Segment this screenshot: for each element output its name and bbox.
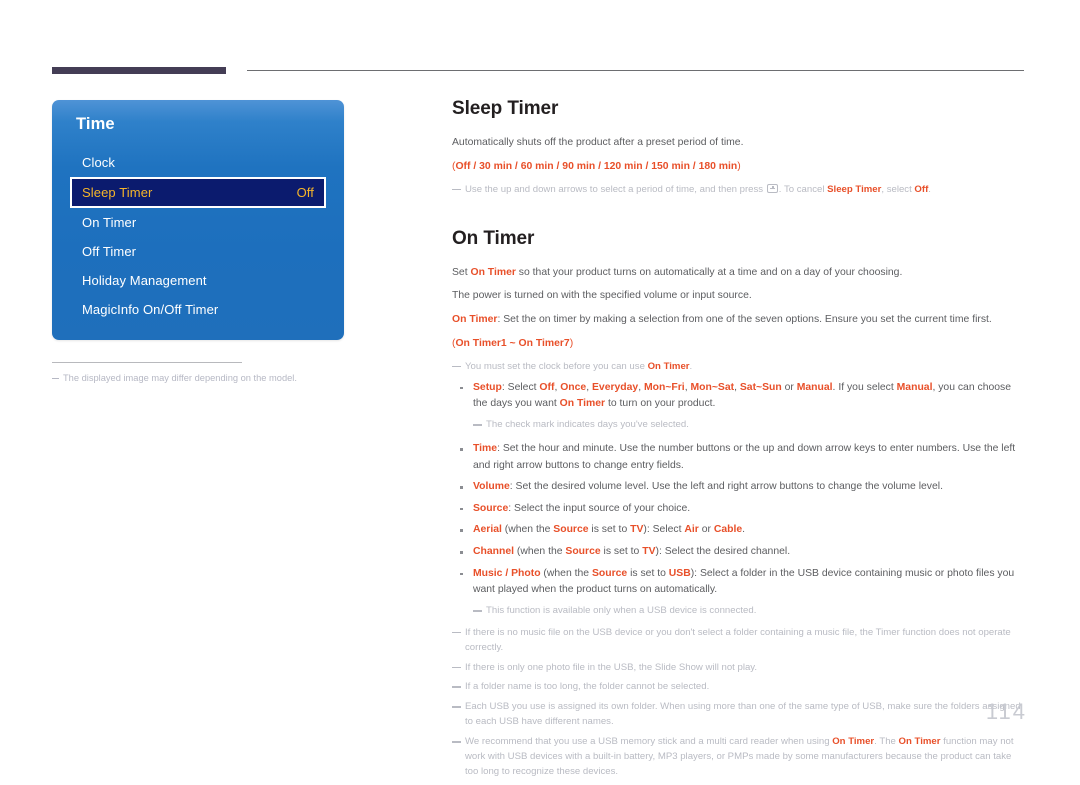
osd-menu-panel: Time Clock Sleep Timer Off On Timer Off … [52, 100, 344, 340]
osd-menu-item-off-timer[interactable]: Off Timer [74, 237, 322, 266]
manual-body: Sleep Timer Automatically shuts off the … [452, 98, 1027, 785]
figure-caption-text: The displayed image may differ depending… [63, 373, 297, 383]
text-part1: : Set the on timer by making a selection… [497, 314, 992, 326]
bullet-term: Volume [473, 481, 510, 493]
list-item-subnote-wrapper: This function is available only when a U… [452, 604, 1027, 619]
on-timer-description-2: The power is turned on with the specifie… [452, 290, 752, 302]
sleep-timer-description: Automatically shuts off the product afte… [452, 137, 744, 148]
on-timer-option-list: Setup: Select Off, Once, Everyday, Mon~F… [452, 380, 1027, 619]
osd-item-value: Off [296, 185, 314, 200]
bullet-term: Setup [473, 381, 502, 393]
osd-item-label: On Timer [82, 215, 137, 230]
on-timer-description-1: Set On Timer so that your product turns … [452, 265, 1027, 282]
bullet-text: : Set the desired volume level. Use the … [509, 481, 943, 493]
note-text-part2: . To cancel [778, 183, 828, 195]
enter-key-icon [766, 183, 778, 193]
on-timer-range: (On Timer1 ~ On Timer7) [452, 336, 1027, 353]
on-timer-note-5: We recommend that you use a USB memory s… [452, 735, 1027, 780]
osd-menu-item-clock[interactable]: Clock [74, 148, 322, 177]
list-item: Time: Set the hour and minute. Use the n… [452, 441, 1027, 474]
on-timer-note-3: If a folder name is too long, the folder… [452, 680, 1027, 695]
on-timer-description-3: On Timer: Set the on timer by making a s… [452, 312, 1027, 329]
note-text-part2: . [689, 360, 693, 372]
bullet-text: (when the Source is set to USB): Select … [473, 567, 1015, 596]
section-heading-on-timer: On Timer [452, 227, 535, 249]
header-accent-bar [52, 67, 226, 74]
note-text-part1: Use the up and down arrows to select a p… [465, 183, 766, 195]
osd-item-label: Holiday Management [82, 273, 207, 288]
note-text-part3: , select [881, 183, 915, 195]
bullet-text: : Set the hour and minute. Use the numbe… [473, 442, 1016, 471]
note-term-sleep-timer: Sleep Timer [827, 183, 882, 195]
list-item: Volume: Set the desired volume level. Us… [452, 479, 1027, 496]
note-text-part4: . [928, 183, 931, 195]
text-part2: so that your product turns on automatica… [515, 266, 903, 278]
list-item: Channel (when the Source is set to TV): … [452, 544, 1027, 561]
term-on-timer: On Timer [470, 266, 516, 278]
bullet-text: (when the Source is set to TV): Select A… [501, 524, 746, 536]
list-item: Aerial (when the Source is set to TV): S… [452, 522, 1027, 539]
bullet-subnote: This function is available only when a U… [473, 604, 1027, 619]
note-dash-icon [52, 378, 59, 380]
bullet-term: Source [473, 502, 509, 514]
term-on-timer: On Timer [452, 314, 498, 326]
osd-figure: Time Clock Sleep Timer Off On Timer Off … [52, 100, 344, 385]
on-timer-range-values: On Timer1 ~ On Timer7 [455, 338, 570, 350]
page-number: 114 [985, 699, 1027, 724]
bullet-term: Music / Photo [473, 567, 541, 579]
bullet-text: (when the Source is set to TV): Select t… [514, 546, 791, 558]
osd-item-label: Sleep Timer [82, 185, 153, 200]
header-rule-line [247, 70, 1024, 71]
on-timer-note-2: If there is only one photo file in the U… [452, 661, 1027, 676]
osd-menu-item-on-timer[interactable]: On Timer [74, 208, 322, 237]
bullet-term: Time [473, 442, 498, 454]
bullet-term: Aerial [473, 524, 502, 536]
sleep-timer-note: Use the up and down arrows to select a p… [452, 183, 1027, 198]
text-part1: Set [452, 266, 471, 278]
osd-menu-list: Clock Sleep Timer Off On Timer Off Timer… [52, 148, 344, 324]
note-term-off: Off [914, 183, 929, 195]
section-heading-sleep-timer: Sleep Timer [452, 98, 559, 119]
bullet-subnote: The check mark indicates days you've sel… [473, 418, 1027, 433]
bullet-term: Channel [473, 546, 514, 558]
sleep-timer-options: (Off / 30 min / 60 min / 90 min / 120 mi… [452, 159, 1027, 176]
bullet-text: : Select the input source of your choice… [508, 502, 691, 514]
figure-caption: The displayed image may differ depending… [52, 372, 344, 385]
list-item-subnote-wrapper: The check mark indicates days you've sel… [452, 418, 1027, 433]
paren-close: ) [737, 160, 741, 172]
osd-menu-title: Time [76, 115, 115, 133]
on-timer-clock-note: You must set the clock before you can us… [452, 360, 1027, 375]
osd-item-label: Clock [82, 155, 116, 170]
caption-divider [52, 362, 242, 363]
on-timer-note-4: Each USB you use is assigned its own fol… [452, 700, 1027, 730]
list-item: Setup: Select Off, Once, Everyday, Mon~F… [452, 380, 1027, 413]
paren-close: ) [569, 338, 574, 350]
list-item: Source: Select the input source of your … [452, 501, 1027, 518]
osd-item-label: Off Timer [82, 244, 137, 259]
osd-menu-item-sleep-timer[interactable]: Sleep Timer Off [70, 177, 326, 208]
note-text-part1: You must set the clock before you can us… [465, 360, 648, 372]
list-item: Music / Photo (when the Source is set to… [452, 566, 1027, 599]
osd-item-label: MagicInfo On/Off Timer [82, 302, 219, 317]
osd-menu-item-magicinfo-on-off-timer[interactable]: MagicInfo On/Off Timer [74, 295, 322, 324]
osd-menu-item-holiday-management[interactable]: Holiday Management [74, 266, 322, 295]
sleep-timer-option-values: Off / 30 min / 60 min / 90 min / 120 min… [455, 160, 738, 172]
on-timer-note-1: If there is no music file on the USB dev… [452, 626, 1027, 656]
bullet-text: : Select Off, Once, Everyday, Mon~Fri, M… [473, 381, 1012, 410]
note-term-on-timer: On Timer [647, 360, 690, 372]
